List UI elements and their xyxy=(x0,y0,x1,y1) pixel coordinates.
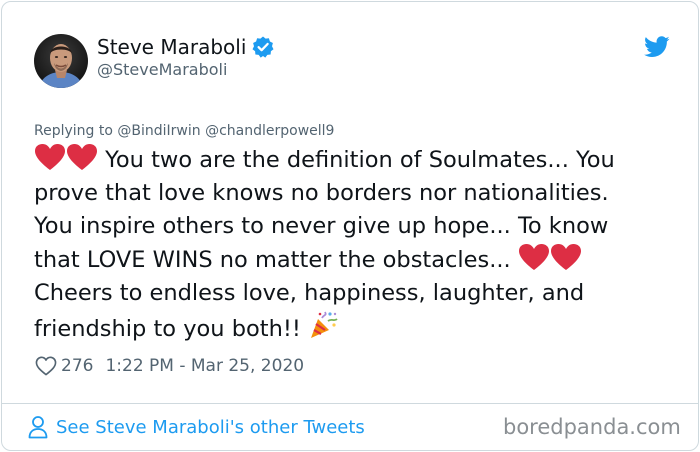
tweet-card: Steve Maraboli @SteveMaraboli Replying t… xyxy=(1,1,699,451)
display-name[interactable]: Steve Maraboli xyxy=(97,34,275,60)
see-more-tweets-link[interactable]: See Steve Maraboli's other Tweets xyxy=(28,415,365,439)
reply-mentions[interactable]: @BindiIrwin @chandlerpowell9 xyxy=(117,123,334,139)
display-name-text: Steve Maraboli xyxy=(97,35,247,59)
reply-prefix: Replying to xyxy=(34,123,113,139)
tweet-line-text: friendship to you both!! xyxy=(34,316,301,342)
party-popper-emoji xyxy=(311,311,338,338)
tweet-line: friendship to you both!! xyxy=(34,310,674,346)
tweet-line-text: prove that love knows no borders nor nat… xyxy=(34,180,609,206)
twitter-bird-icon[interactable] xyxy=(644,36,670,58)
boredpanda-watermark: boredpanda.com xyxy=(503,415,681,439)
tweet-line-text: that LOVE WINS no matter the obstacles..… xyxy=(34,247,511,273)
see-more-label: See Steve Maraboli's other Tweets xyxy=(56,416,365,438)
red-heart-emoji xyxy=(518,244,549,270)
like-count[interactable]: 276 xyxy=(61,356,93,376)
user-handle[interactable]: @SteveMaraboli xyxy=(97,60,227,80)
red-heart-emoji xyxy=(67,144,97,170)
tweet-timestamp[interactable]: 1:22 PM - Mar 25, 2020 xyxy=(105,356,304,376)
tweet-line: You two are the definition of Soulmates.… xyxy=(34,143,674,177)
tweet-text: You two are the definition of Soulmates.… xyxy=(34,143,674,346)
person-icon xyxy=(28,416,48,439)
tweet-line-text: You inspire others to never give up hope… xyxy=(34,213,609,239)
tweet-line-text: Cheers to endless love, happiness, laugh… xyxy=(34,280,585,306)
tweet-line-text: You two are the definition of Soulmates.… xyxy=(105,147,615,173)
red-heart-emoji xyxy=(550,244,581,270)
red-heart-emoji xyxy=(35,144,65,170)
tweet-meta: 276 1:22 PM - Mar 25, 2020 xyxy=(35,353,304,379)
reply-context: Replying to @BindiIrwin @chandlerpowell9 xyxy=(34,122,334,140)
avatar[interactable] xyxy=(34,34,88,88)
tweet-line: that LOVE WINS no matter the obstacles..… xyxy=(34,243,674,277)
heart-outline-icon[interactable] xyxy=(35,356,57,376)
divider xyxy=(2,403,698,404)
avatar-photo xyxy=(34,34,88,88)
verified-badge-icon xyxy=(251,35,275,59)
